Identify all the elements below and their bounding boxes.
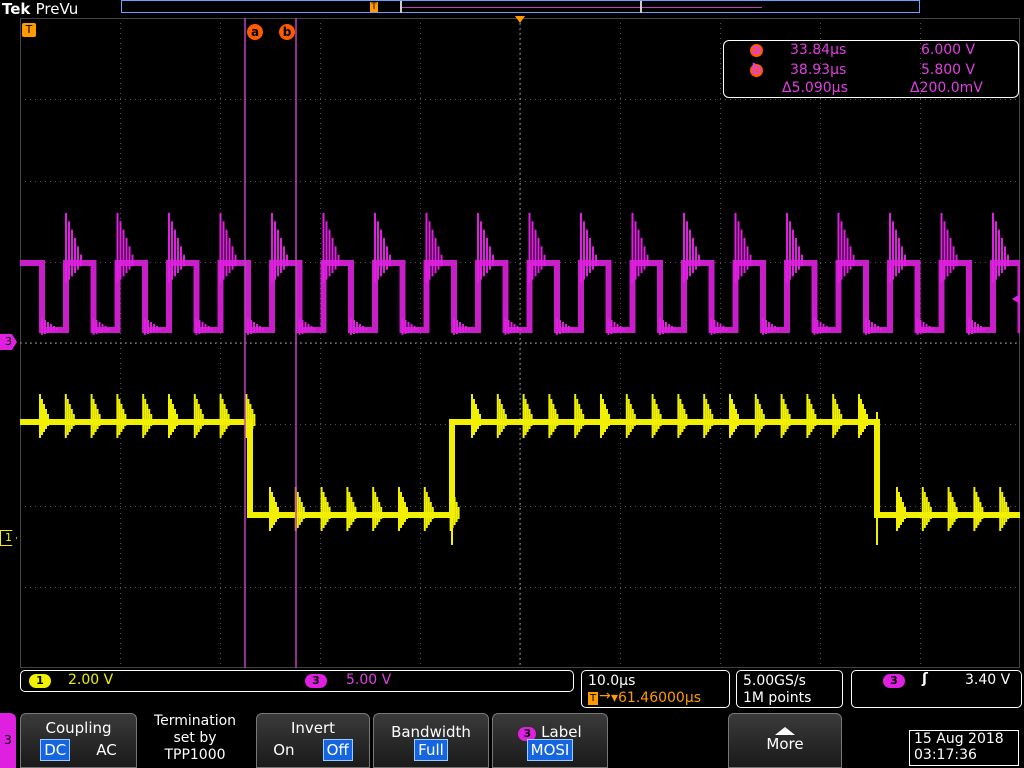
bandwidth-value: Full <box>414 739 448 761</box>
termination-line-1: Termination <box>153 713 237 729</box>
trigger-delay: ▾61.46000µs <box>611 690 702 706</box>
bandwidth-button[interactable]: Bandwidth Full <box>373 713 489 768</box>
ch1-ground-marker[interactable]: 1 <box>0 530 17 546</box>
ch3-badge: 3 <box>305 674 327 688</box>
horizontal-settings[interactable]: 10.0µs T → ▾61.46000µs <box>581 670 730 708</box>
acquisition-settings[interactable]: 5.00GS/s 1M points <box>736 670 843 708</box>
invert-label: Invert <box>290 719 336 737</box>
ch1-ringing <box>39 394 1010 531</box>
cursor-a-voltage: 6.000 V <box>921 42 976 58</box>
invert-on-option[interactable]: On <box>273 741 294 759</box>
cursor-a-badge: a <box>750 42 763 58</box>
cursor-a-time: 33.84µs <box>790 42 847 58</box>
brand-logo: Tek PreVu <box>2 0 78 18</box>
timebase: 10.0µs <box>588 673 636 689</box>
coupling-button[interactable]: Coupling DC AC <box>20 713 137 768</box>
more-label: More <box>766 735 804 753</box>
channel-scale-bar[interactable]: 1 2.00 V 3 5.00 V <box>20 670 574 692</box>
rising-edge-icon: ʃ <box>922 671 928 687</box>
coupling-dc-option[interactable]: DC <box>40 739 71 761</box>
invert-button[interactable]: Invert On Off <box>256 713 370 768</box>
trigger-delay-arrow-icon: → <box>599 688 611 704</box>
label-button[interactable]: 3 Label MOSI <box>492 713 608 768</box>
waveform-display[interactable] <box>20 18 1020 668</box>
date: 15 Aug 2018 <box>914 731 1004 747</box>
cursor-b-time: 38.93µs <box>790 62 847 78</box>
termination-info: Termination set by TPP1000 <box>140 713 250 764</box>
coupling-label: Coupling <box>45 719 112 737</box>
label-value: MOSI <box>526 739 574 761</box>
menu-channel-indicator: 3 <box>0 713 16 768</box>
ch3-scale: 5.00 V <box>346 672 392 688</box>
cursor-a-handle[interactable]: a <box>247 24 263 40</box>
record-overview-bar[interactable]: T <box>121 0 920 13</box>
coupling-ac-option[interactable]: AC <box>96 741 116 759</box>
cursor-delta-time: Δ5.090µs <box>782 80 848 96</box>
termination-line-3: TPP1000 <box>164 747 226 763</box>
record-length: 1M points <box>743 690 812 706</box>
ch3-ground-marker[interactable]: 3 <box>0 334 17 350</box>
cursor-b-handle[interactable]: b <box>279 24 295 40</box>
trigger-source-badge: 3 <box>883 674 905 688</box>
trigger-position-marker[interactable]: T <box>22 23 36 37</box>
ch1-badge: 1 <box>29 674 51 688</box>
overview-trigger-marker: T <box>370 2 378 12</box>
trigger-level: 3.40 V <box>965 672 1011 688</box>
time: 03:17:36 <box>914 747 977 763</box>
invert-off-option[interactable]: Off <box>322 739 353 761</box>
cursor-delta-voltage: Δ200.0mV <box>910 80 983 96</box>
cursor-readout[interactable]: a 33.84µs 6.000 V b 38.93µs 5.800 V Δ5.0… <box>723 40 1019 98</box>
sample-rate: 5.00GS/s <box>743 673 806 689</box>
ch1-scale: 2.00 V <box>68 672 114 688</box>
cursor-b-badge: b <box>750 62 763 78</box>
ch3-offscreen-indicator <box>1012 294 1020 304</box>
trigger-delay-icon: T <box>588 692 598 705</box>
acquisition-mode: PreVu <box>35 0 79 18</box>
up-arrow-icon <box>775 727 795 735</box>
termination-line-2: set by <box>173 730 217 746</box>
cursor-b-voltage: 5.800 V <box>921 62 976 78</box>
datetime-box: 15 Aug 2018 03:17:36 <box>909 730 1019 766</box>
brand-tek: Tek <box>2 0 31 18</box>
more-button[interactable]: More <box>728 713 842 768</box>
trigger-settings[interactable]: 3 ʃ 3.40 V <box>851 670 1022 708</box>
trigger-point-marker <box>515 16 525 23</box>
